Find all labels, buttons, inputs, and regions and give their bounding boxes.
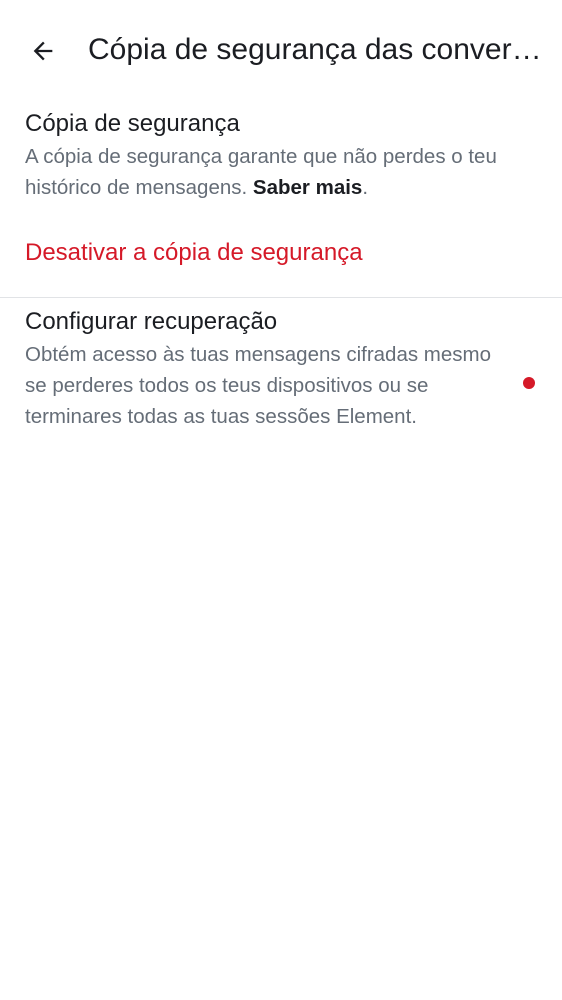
app-screen: Cópia de segurança das conversas Cópia d… (0, 0, 562, 1000)
setup-recovery-item[interactable]: Configurar recuperação Obtém acesso às t… (0, 298, 562, 468)
disable-backup-button[interactable]: Desativar a cópia de segurança (25, 236, 363, 270)
red-dot-indicator-icon (523, 377, 535, 389)
page-title: Cópia de segurança das conversas (88, 33, 548, 66)
setup-recovery-text: Configurar recuperação Obtém acesso às t… (25, 306, 505, 432)
backup-section: Cópia de segurança A cópia de segurança … (25, 108, 535, 203)
backup-description: A cópia de segurança garante que não per… (25, 141, 535, 203)
backup-title: Cópia de segurança (25, 110, 240, 137)
back-button[interactable] (18, 26, 68, 76)
top-app-bar: Cópia de segurança das conversas (0, 0, 562, 100)
arrow-left-icon (33, 41, 53, 61)
recovery-description: Obtém acesso às tuas mensagens cifradas … (25, 343, 492, 428)
learn-more-suffix: . (362, 176, 369, 199)
recovery-title: Configurar recuperação (25, 308, 278, 335)
learn-more-link[interactable]: Saber mais (253, 176, 362, 199)
